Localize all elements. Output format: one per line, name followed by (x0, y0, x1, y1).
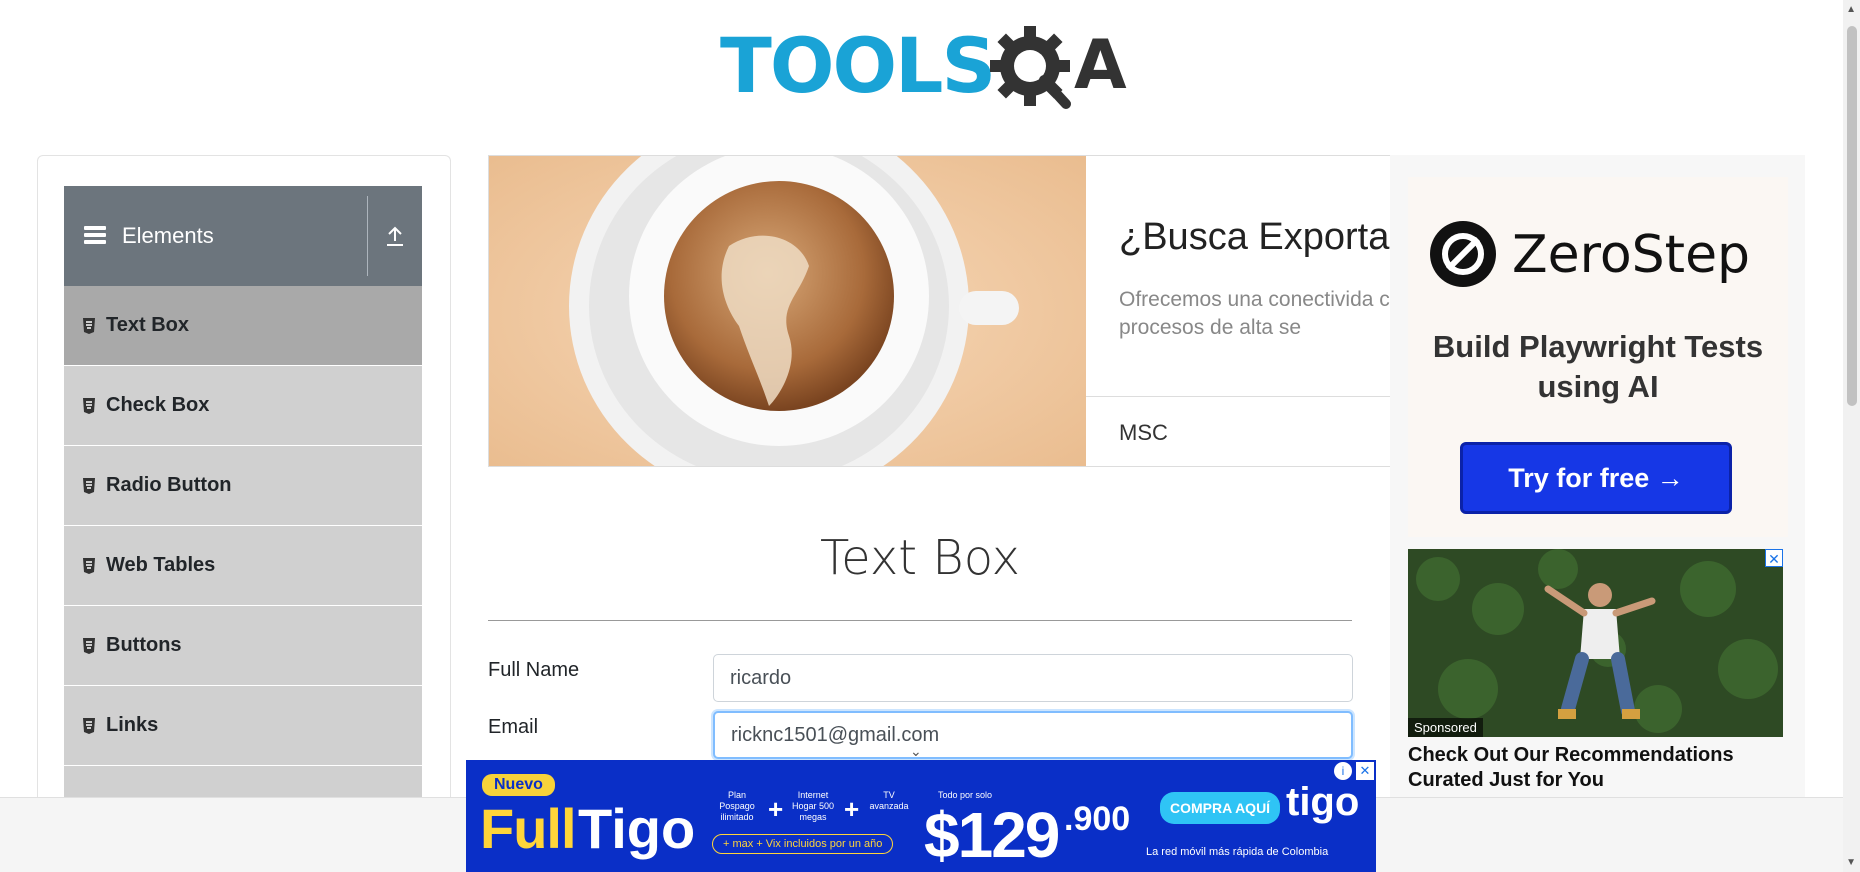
tigo-logo: tigo (1286, 780, 1360, 824)
ad-info-icon[interactable]: i (1334, 762, 1352, 780)
zerostep-logo-icon (1430, 221, 1496, 287)
ad-plan-1: Plan Pospago ilimitado (719, 790, 755, 822)
logo-gear-icon: A (990, 26, 1127, 109)
sponsored-image[interactable]: ✕ Sponsored (1408, 549, 1783, 737)
ad-price: $129 (924, 799, 1060, 871)
ad-full-text: Full (480, 797, 577, 860)
try-for-free-button[interactable]: Try for free → (1460, 442, 1732, 514)
title-divider (488, 620, 1352, 621)
sidebar-item-web-tables[interactable]: Web Tables (64, 526, 422, 606)
html5-icon (83, 717, 95, 734)
banner-description: Ofrecemos una conectivida clase y proces… (1119, 288, 1393, 339)
close-icon[interactable]: ✕ (1765, 549, 1783, 567)
ad-badge: Nuevo (482, 774, 555, 796)
sidebar-item-buttons[interactable]: Buttons (64, 606, 422, 686)
page-scrollbar[interactable]: ▲ ▼ (1843, 0, 1860, 872)
coffee-cup-image (489, 156, 1086, 466)
svg-text:A: A (1074, 26, 1127, 105)
sidebar-item-label: Links (106, 714, 159, 736)
scroll-up-icon[interactable]: ▲ (1846, 4, 1856, 15)
elements-menu: Text Box Check Box Radio Button Web Tabl… (64, 286, 422, 846)
scroll-thumb[interactable] (1847, 26, 1857, 406)
ad-plus: + (844, 794, 860, 824)
ad-plan-2: Internet Hogar 500 megas (791, 790, 835, 822)
html5-icon (83, 397, 95, 414)
hamburger-icon (84, 226, 106, 244)
banner-divider (1086, 396, 1392, 397)
scroll-down-icon[interactable]: ▼ (1846, 857, 1856, 868)
zerostep-tagline: Build Playwright Tests using AI (1432, 329, 1764, 404)
group-title: Elements (64, 186, 367, 286)
sidebar-item-check-box[interactable]: Check Box (64, 366, 422, 446)
sponsored-badge: Sponsored (1408, 718, 1483, 737)
collapse-toggle[interactable] (368, 186, 422, 286)
sidebar-item-text-box[interactable]: Text Box (64, 286, 422, 366)
ad-tagline: La red móvil más rápida de Colombia (1146, 846, 1329, 858)
sponsored-caption[interactable]: Check Out Our Recommendations Curated Ju… (1408, 743, 1788, 793)
sidebar-item-label: Web Tables (106, 554, 216, 576)
sidebar-item-links[interactable]: Links (64, 686, 422, 766)
email-input[interactable] (713, 711, 1353, 759)
banner-brand: MSC (1119, 420, 1168, 445)
group-title-label: Elements (122, 223, 214, 248)
bottom-tigo-ad[interactable]: Nuevo Full Tigo Plan Pospago ilimitado +… (466, 760, 1376, 872)
full-name-input[interactable] (713, 654, 1353, 702)
banner-ad[interactable]: ¿Busca Exportar Ofrecemos una conectivid… (488, 155, 1393, 467)
html5-icon (83, 477, 95, 494)
upload-arrow-icon (387, 226, 403, 246)
page-title: Text Box (819, 530, 1021, 586)
elements-group-header[interactable]: Elements (64, 186, 422, 286)
zerostep-brand: ZeroStep (1512, 225, 1751, 285)
compra-aqui-button[interactable]: COMPRA AQUÍ (1160, 792, 1281, 824)
banner-title: ¿Busca Exportar (1119, 216, 1393, 258)
ad-tigo-text: Tigo (578, 797, 696, 860)
sidebar-item-label: Check Box (106, 394, 210, 416)
sidebar-item-label: Buttons (106, 634, 182, 656)
ad-price-cents: .900 (1064, 800, 1131, 838)
zerostep-ad[interactable]: ZeroStep Build Playwright Tests using AI… (1408, 177, 1788, 537)
right-ad-column: ZeroStep Build Playwright Tests using AI… (1390, 155, 1805, 872)
ad-pill: + max + Vix incluidos por un año (712, 834, 894, 854)
chevron-down-icon: ⌄ (910, 743, 922, 759)
toolsqa-logo[interactable]: TOOLS A (720, 18, 1127, 118)
close-icon[interactable]: ✕ (1356, 762, 1374, 780)
sidebar-item-label: Radio Button (106, 474, 232, 496)
sidebar-item-radio-button[interactable]: Radio Button (64, 446, 422, 526)
html5-icon (83, 557, 95, 574)
ad-plan-3: TV avanzada (869, 790, 909, 811)
full-name-label: Full Name (488, 659, 580, 681)
html5-icon (83, 637, 95, 654)
sidebar-item-label: Text Box (106, 314, 189, 336)
ad-plus: + (768, 794, 784, 824)
left-panel: Elements Text Box Check Box Radio Button… (37, 155, 451, 872)
html5-icon (83, 317, 95, 334)
email-label: Email (488, 716, 539, 738)
logo-text: TOOLS (720, 21, 996, 110)
